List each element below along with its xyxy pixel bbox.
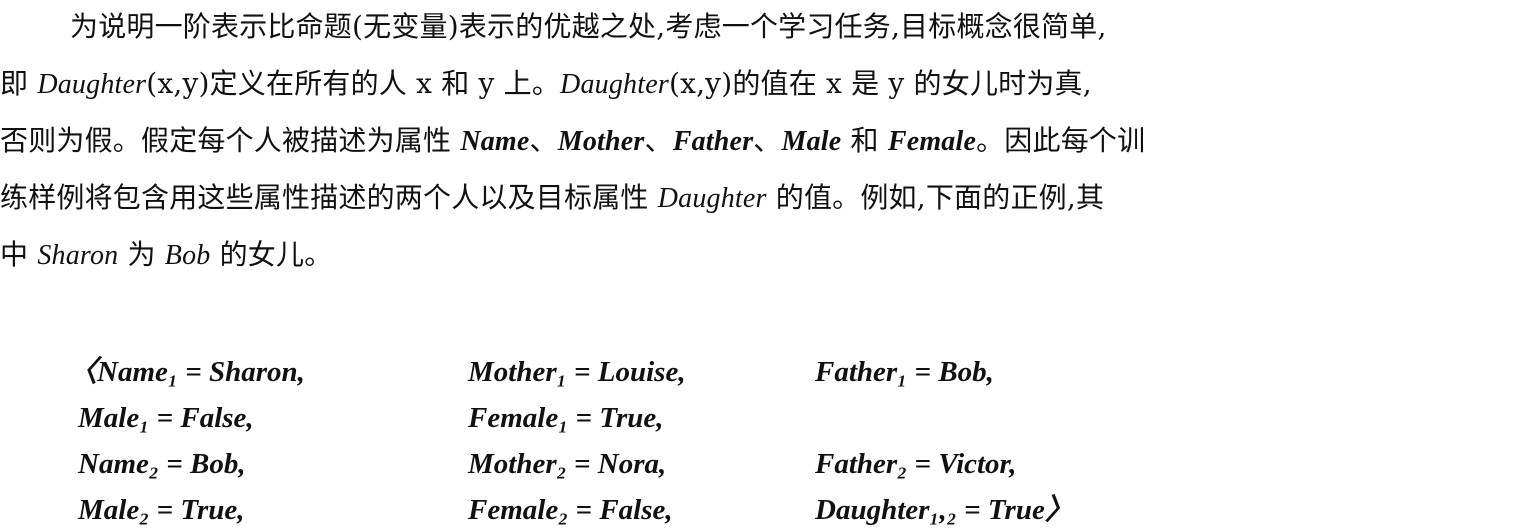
paragraph-line: 中 Sharon 为 Bob 的女儿。 bbox=[0, 232, 332, 278]
text-segment: 为说明一阶表示比命题(无变量)表示的优越之处,考虑一个学习任务,目标概念很简单, bbox=[70, 10, 1107, 43]
document-page: 为说明一阶表示比命题(无变量)表示的优越之处,考虑一个学习任务,目标概念很简单,… bbox=[0, 0, 1531, 530]
predicate-term: Daughter bbox=[37, 69, 147, 100]
text-segment: (x,y)定义在所有的人 x 和 y 上。 bbox=[146, 67, 561, 100]
example-term: Father₂ = Victor, bbox=[815, 448, 1017, 480]
text-segment: (x,y)的值在 x 是 y 的女儿时为真, bbox=[668, 67, 1092, 100]
text-segment: 的值。例如,下面的正例,其 bbox=[766, 181, 1105, 214]
text-segment: 、 bbox=[644, 124, 673, 157]
example-term: Father₁ = Bob, bbox=[815, 356, 994, 388]
predicate-term: Daughter bbox=[657, 183, 767, 214]
text-segment: 和 bbox=[841, 124, 888, 157]
text-segment: 中 bbox=[0, 238, 38, 271]
intro-paragraph: 为说明一阶表示比命题(无变量)表示的优越之处,考虑一个学习任务,目标概念很简单,… bbox=[0, 0, 1531, 295]
positive-example-block: 〈Name₁ = Sharon, Mother₁ = Louise, Fathe… bbox=[0, 350, 1531, 530]
predicate-term: Daughter bbox=[560, 69, 669, 100]
text-segment: 为 bbox=[118, 238, 165, 271]
attribute-term: Mother bbox=[557, 126, 645, 157]
attribute-term: Male bbox=[781, 126, 842, 157]
attribute-term: Name bbox=[460, 126, 530, 157]
text-segment: 、 bbox=[753, 124, 782, 157]
name-term: Sharon bbox=[37, 240, 119, 271]
text-segment: 。因此每个训 bbox=[976, 124, 1146, 157]
text-segment: 否则为假。假定每个人被描述为属性 bbox=[0, 124, 461, 157]
example-term: Mother₂ = Nora, bbox=[468, 448, 667, 480]
example-term: Name₂ = Bob, bbox=[78, 448, 246, 480]
example-term: Female₂ = False, bbox=[468, 494, 673, 526]
attribute-term: Female bbox=[887, 126, 977, 157]
paragraph-line: 否则为假。假定每个人被描述为属性 Name、Mother、Father、Male… bbox=[0, 118, 1145, 164]
paragraph-line: 即 Daughter(x,y)定义在所有的人 x 和 y 上。Daughter(… bbox=[0, 61, 1092, 107]
example-term: Mother₁ = Louise, bbox=[468, 356, 686, 388]
attribute-term: Father bbox=[672, 126, 754, 157]
text-segment: 的女儿。 bbox=[210, 238, 333, 271]
example-term: Female₁ = True, bbox=[468, 402, 664, 434]
name-term: Bob bbox=[164, 240, 211, 271]
text-segment: 练样例将包含用这些属性描述的两个人以及目标属性 bbox=[0, 181, 658, 214]
example-term: Daughter₁,₂ = True〉 bbox=[815, 494, 1074, 526]
text-segment: 即 bbox=[0, 67, 38, 100]
text-segment: 、 bbox=[529, 124, 558, 157]
example-term: Male₂ = True, bbox=[78, 494, 245, 526]
example-term: 〈Name₁ = Sharon, bbox=[68, 356, 305, 388]
paragraph-line: 练样例将包含用这些属性描述的两个人以及目标属性 Daughter 的值。例如,下… bbox=[0, 175, 1104, 221]
example-term: Male₁ = False, bbox=[78, 402, 254, 434]
paragraph-line: 为说明一阶表示比命题(无变量)表示的优越之处,考虑一个学习任务,目标概念很简单, bbox=[70, 4, 1107, 50]
